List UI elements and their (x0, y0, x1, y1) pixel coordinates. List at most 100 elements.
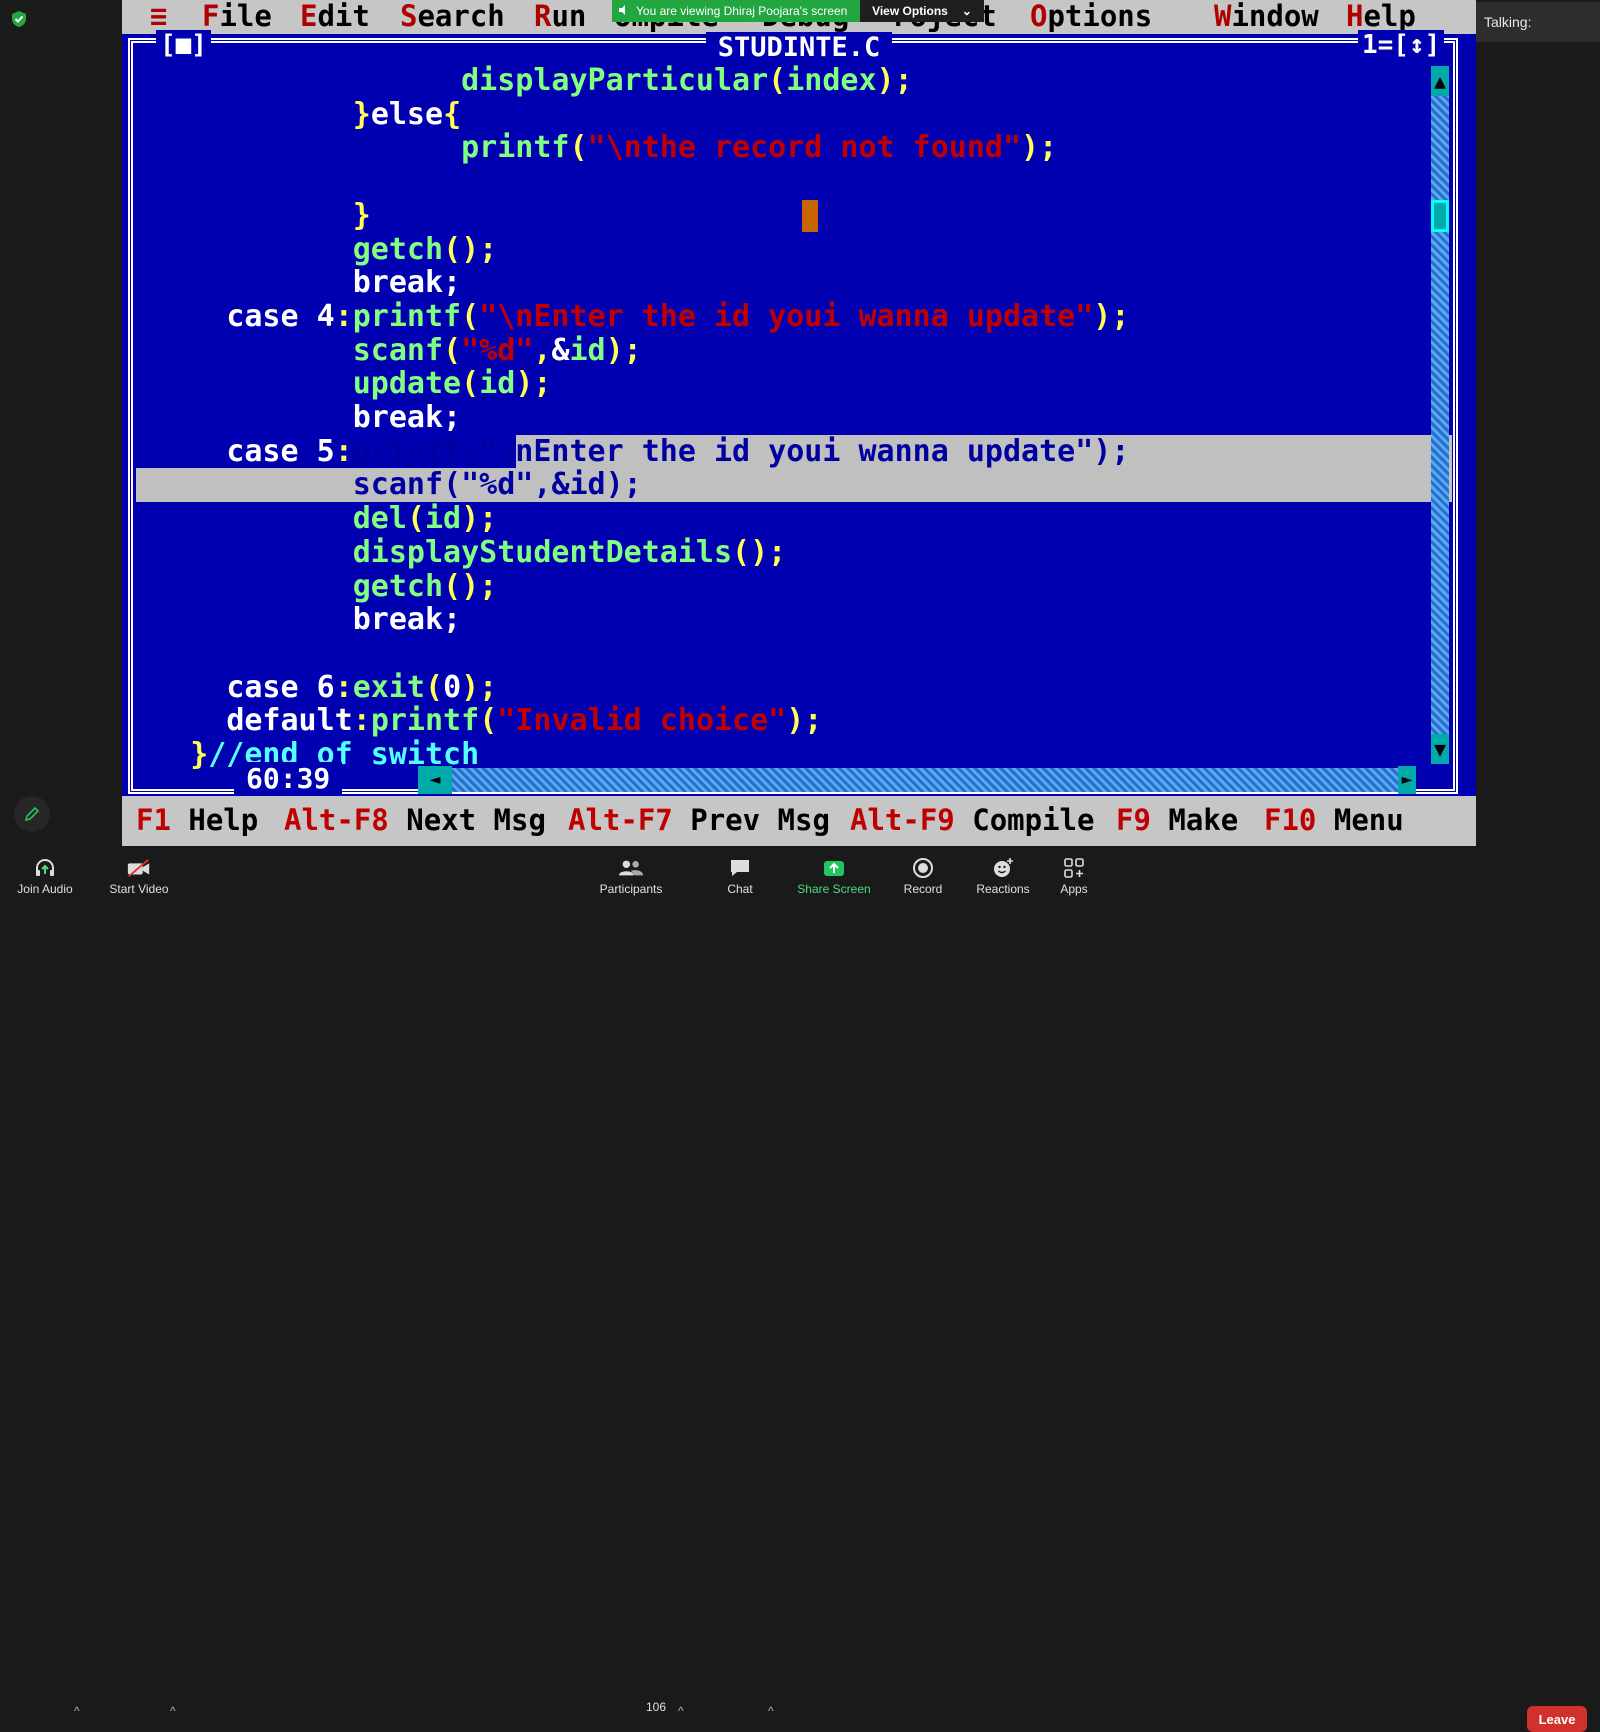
view-options-label: View Options (872, 4, 948, 18)
code-token: : (334, 298, 353, 334)
code-token: ( (406, 501, 425, 537)
fkey-compile[interactable]: Alt-F9 Compile (850, 802, 1094, 838)
code-line[interactable]: scanf("%d",&id); (136, 332, 1452, 368)
code-token: ); (876, 63, 913, 98)
vertical-scroll-thumb[interactable] (1431, 200, 1449, 232)
code-line[interactable]: case 5:printf("\nEnter the id youi wanna… (136, 433, 1452, 469)
code-token: case (226, 433, 317, 469)
audio-caret-icon[interactable]: ^ (74, 1704, 80, 1718)
code-token: del (352, 501, 407, 537)
code-token: printf (461, 130, 570, 166)
menu-search[interactable]: Search (400, 0, 505, 32)
vertical-scrollbar[interactable] (1431, 66, 1449, 764)
menu-run[interactable]: Run (534, 0, 586, 32)
fkey-help[interactable]: F1 Help (136, 802, 258, 838)
participants-caret-icon[interactable]: ^ (678, 1704, 684, 1718)
code-line[interactable]: } (136, 198, 1452, 233)
code-token: id (425, 501, 462, 537)
code-token: displayStudentDetails (352, 534, 733, 570)
code-token: ); (515, 366, 552, 402)
code-editor[interactable]: displayParticular(index); }else{ printf(… (136, 64, 1452, 778)
reactions-label: Reactions (976, 882, 1030, 896)
code-token: "%d" (461, 467, 534, 503)
shield-icon[interactable] (10, 10, 28, 28)
code-token: ( (461, 298, 480, 334)
code-line[interactable]: displayStudentDetails(); (136, 534, 1452, 570)
code-token: update (352, 366, 462, 402)
code-token: : (352, 703, 371, 739)
code-line[interactable]: getch(); (136, 232, 1452, 267)
chat-caret-icon[interactable]: ^ (768, 1704, 774, 1718)
code-token: else (370, 96, 444, 132)
code-line[interactable]: case 4:printf("\nEnter the id youi wanna… (136, 298, 1452, 334)
function-key-bar: F1 Help Alt-F8 Next Msg Alt-F7 Prev Msg … (122, 796, 1476, 846)
close-box-button[interactable]: [■] (156, 30, 211, 60)
reactions-button[interactable]: Reactions (968, 846, 1038, 900)
code-token: } (352, 96, 371, 132)
participants-button[interactable]: Participants (586, 846, 676, 900)
menu-window[interactable]: Window (1214, 0, 1319, 32)
view-options-button[interactable]: View Options ⌄ (860, 0, 984, 22)
code-line[interactable]: default:printf("Invalid choice"); (136, 704, 1452, 738)
window-number-zoom[interactable]: 1=[↕] (1358, 30, 1445, 60)
code-token: id (569, 332, 606, 368)
join-audio-button[interactable]: Join Audio (12, 846, 78, 900)
menu-file[interactable]: File (202, 0, 272, 32)
fkey-make[interactable]: F9 Make (1116, 802, 1238, 838)
code-line[interactable]: break; (136, 266, 1452, 300)
code-line[interactable]: case 6:exit(0); (136, 670, 1452, 705)
start-video-button[interactable]: Start Video (104, 846, 174, 900)
code-line[interactable]: scanf("%d",&id); (136, 467, 1452, 503)
code-token: "Invalid choice" (497, 703, 787, 739)
start-video-label: Start Video (109, 882, 169, 896)
share-screen-button[interactable]: Share Screen (796, 846, 872, 900)
code-line[interactable]: update(id); (136, 367, 1452, 401)
code-line[interactable]: getch(); (136, 569, 1452, 604)
video-caret-icon[interactable]: ^ (170, 1704, 176, 1718)
menu-help[interactable]: Help (1346, 0, 1416, 32)
menu-options[interactable]: Options (1030, 0, 1152, 32)
record-button[interactable]: Record (892, 846, 954, 900)
code-line[interactable]: printf("\nthe record not found"); (136, 131, 1452, 165)
fkey-prev-msg[interactable]: Alt-F7 Prev Msg (568, 802, 830, 838)
code-token: default (226, 703, 353, 739)
code-line[interactable]: break; (136, 401, 1452, 435)
chat-button[interactable]: Chat (710, 846, 770, 900)
fkey-menu[interactable]: F10 Menu (1264, 802, 1404, 838)
leave-button[interactable]: Leave (1527, 1706, 1587, 1732)
code-token: ); (461, 501, 498, 537)
code-token: { (443, 96, 462, 132)
apps-button[interactable]: Apps (1050, 846, 1098, 900)
code-token: "\nEnter the id youi wanna update" (479, 298, 1094, 334)
code-line[interactable]: del(id); (136, 502, 1452, 536)
code-token: scanf (352, 467, 444, 503)
code-token: index (786, 63, 877, 98)
scroll-down-arrow-icon[interactable]: ▼ (1431, 734, 1449, 764)
code-line[interactable]: displayParticular(index); (136, 64, 1452, 98)
fkey-next-msg[interactable]: Alt-F8 Next Msg (284, 802, 546, 838)
code-token: ( (443, 467, 462, 503)
scroll-left-arrow-icon[interactable]: ◄ (418, 766, 452, 794)
horizontal-scrollbar[interactable] (420, 768, 1412, 792)
code-token: printf (352, 298, 462, 334)
menu-edit[interactable]: Edit (300, 0, 370, 32)
scroll-right-arrow-icon[interactable]: ► (1398, 766, 1416, 794)
code-line[interactable]: }else{ (136, 96, 1452, 132)
code-token: ( (461, 433, 480, 469)
code-line[interactable]: break; (136, 603, 1452, 637)
code-line[interactable] (136, 165, 1452, 199)
code-line[interactable] (136, 637, 1452, 671)
code-token: scanf (352, 332, 444, 368)
code-token: break; (352, 602, 462, 638)
system-menu[interactable]: ≡ (150, 0, 167, 32)
annotate-pencil-icon[interactable] (14, 796, 50, 832)
editor-title: STUDINTE.C (122, 32, 1476, 63)
scroll-up-arrow-icon[interactable]: ▲ (1431, 66, 1449, 96)
code-token: & (551, 467, 570, 503)
code-token: printf (352, 433, 462, 469)
